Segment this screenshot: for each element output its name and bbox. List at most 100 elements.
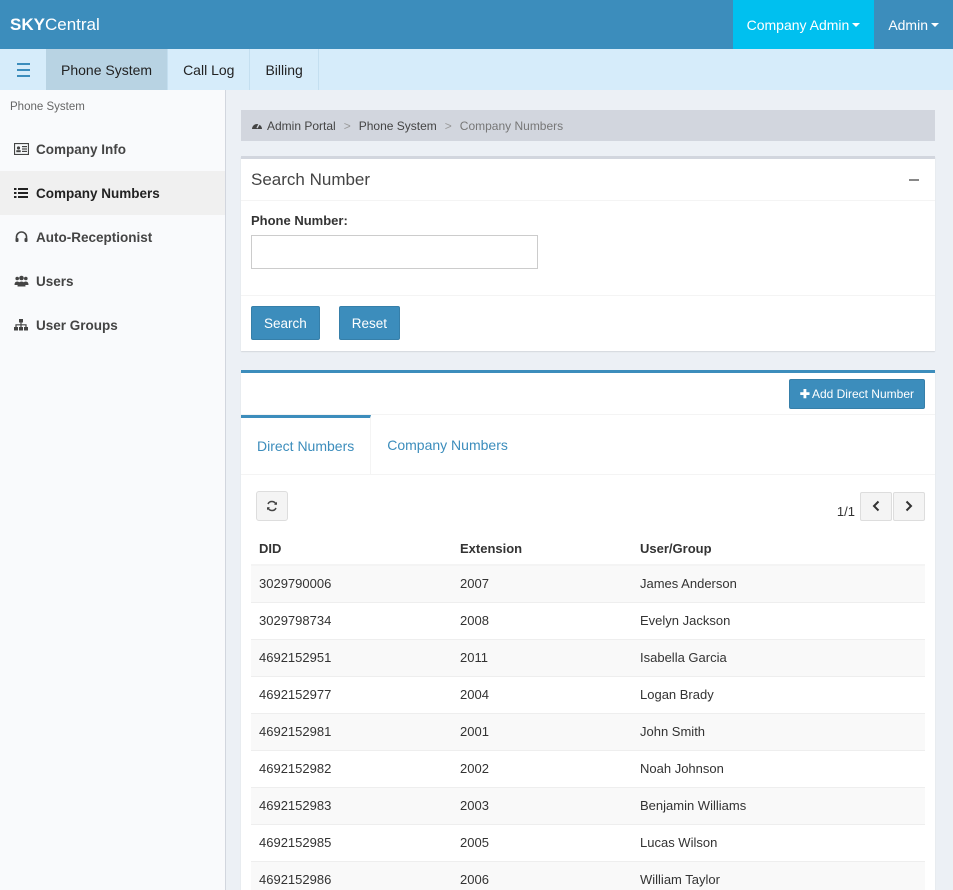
search-panel-title: Search Number: [251, 169, 371, 189]
sidebar-item-company-info[interactable]: Company Info: [0, 127, 225, 171]
id-card-icon: [13, 142, 29, 156]
sidebar-item-label: Auto-Receptionist: [36, 229, 153, 245]
table-row[interactable]: 4692152981 2001 John Smith: [251, 712, 925, 750]
table-header-row: DID Extension User/Group: [251, 533, 925, 566]
cell-did: 4692152985: [251, 823, 452, 861]
phone-number-label: Phone Number:: [251, 213, 348, 228]
caret-down-icon: [931, 22, 939, 27]
cell-extension: 2004: [452, 675, 632, 713]
chevron-right-icon: [905, 500, 913, 512]
refresh-button[interactable]: [256, 491, 288, 521]
search-panel-header: Search Number: [241, 159, 935, 201]
sidebar-item-label: User Groups: [36, 317, 118, 333]
table-toolbar: 1/1: [241, 475, 935, 521]
table-row[interactable]: 4692152985 2005 Lucas Wilson: [251, 823, 925, 861]
cell-extension: 2003: [452, 786, 632, 824]
table-row[interactable]: 4692152982 2002 Noah Johnson: [251, 749, 925, 787]
cell-user-group: John Smith: [632, 712, 925, 750]
add-direct-number-label: Add Direct Number: [811, 386, 914, 401]
company-admin-menu[interactable]: Company Admin: [732, 0, 875, 49]
cell-did: 4692152951: [251, 638, 452, 676]
numbers-tabs: Direct Numbers Company Numbers: [241, 415, 935, 475]
tab-direct-numbers[interactable]: Direct Numbers: [241, 415, 372, 474]
refresh-icon: [267, 500, 277, 512]
cell-extension: 2007: [452, 564, 632, 602]
admin-label: Admin: [888, 16, 928, 33]
breadcrumb-current: Company Numbers: [459, 118, 564, 133]
cell-did: 4692152986: [251, 860, 452, 890]
phone-number-input[interactable]: [251, 235, 538, 269]
hamburger-icon: [16, 61, 30, 79]
sidebar-item-label: Company Info: [36, 141, 126, 157]
cell-extension: 2001: [452, 712, 632, 750]
breadcrumb-separator: >: [444, 118, 452, 133]
module-nav: Phone System Call Log Billing: [0, 49, 953, 90]
sidebar-header: Phone System: [10, 101, 85, 113]
column-header-user-group[interactable]: User/Group: [632, 533, 925, 566]
search-number-panel: Search Number Phone Number: Search Reset: [241, 156, 935, 351]
page-indicator: 1/1: [836, 503, 855, 519]
users-icon: [13, 274, 29, 288]
brand-logo[interactable]: SKYCentral: [0, 15, 100, 35]
breadcrumb-admin-portal[interactable]: Admin Portal: [267, 119, 336, 133]
tab-company-numbers[interactable]: Company Numbers: [371, 415, 524, 474]
nav-phone-system[interactable]: Phone System: [46, 49, 169, 90]
cell-did: 3029790006: [251, 564, 452, 602]
breadcrumb: Admin Portal > Phone System > Company Nu…: [241, 110, 935, 141]
next-page-button[interactable]: [893, 491, 925, 521]
direct-numbers-table: DID Extension User/Group 3029790006 2007 J…: [251, 533, 925, 890]
brand-bold: SKY: [10, 14, 45, 34]
nav-billing[interactable]: Billing: [250, 49, 319, 90]
add-direct-number-button[interactable]: ✚ Add Direct Number: [788, 378, 925, 409]
nav-call-log[interactable]: Call Log: [168, 49, 251, 90]
sitemap-icon: [13, 318, 29, 332]
table-row[interactable]: 3029798734 2008 Evelyn Jackson: [251, 601, 925, 639]
cell-extension: 2006: [452, 860, 632, 890]
sidebar-item-label: Company Numbers: [36, 185, 160, 201]
cell-extension: 2008: [452, 601, 632, 639]
cell-extension: 2005: [452, 823, 632, 861]
caret-down-icon: [852, 22, 861, 27]
sidebar: Phone System Company Info Company Number…: [0, 90, 226, 890]
table-row[interactable]: 3029790006 2007 James Anderson: [251, 564, 925, 602]
company-admin-label: Company Admin: [746, 16, 850, 33]
sidebar-item-users[interactable]: Users: [0, 259, 225, 303]
cell-user-group: Isabella Garcia: [632, 638, 925, 676]
sidebar-item-auto-receptionist[interactable]: Auto-Receptionist: [0, 215, 225, 259]
sidebar-toggle-button[interactable]: [0, 49, 46, 90]
plus-icon: ✚: [799, 386, 810, 401]
prev-page-button[interactable]: [860, 491, 892, 521]
reset-button[interactable]: Reset: [338, 306, 401, 340]
column-header-extension[interactable]: Extension: [452, 533, 632, 566]
breadcrumb-phone-system[interactable]: Phone System: [359, 119, 437, 133]
sidebar-item-label: Users: [36, 273, 74, 289]
brand-rest: Central: [44, 14, 100, 34]
cell-user-group: Benjamin Williams: [632, 786, 925, 824]
table-row[interactable]: 4692152986 2006 William Taylor: [251, 860, 925, 890]
sidebar-item-user-groups[interactable]: User Groups: [0, 303, 225, 347]
search-panel-footer: Search Reset: [241, 296, 935, 350]
main-content: Admin Portal > Phone System > Company Nu…: [241, 90, 935, 890]
cell-did: 4692152983: [251, 786, 452, 824]
cell-user-group: Noah Johnson: [632, 749, 925, 787]
top-navbar: SKYCentral Company Admin Admin: [0, 0, 953, 49]
column-header-did[interactable]: DID: [251, 533, 452, 566]
table-row[interactable]: 4692152983 2003 Benjamin Williams: [251, 786, 925, 824]
minus-icon[interactable]: [909, 178, 919, 181]
cell-did: 4692152982: [251, 749, 452, 787]
sidebar-item-company-numbers[interactable]: Company Numbers: [0, 171, 225, 215]
search-panel-body: Phone Number:: [241, 201, 935, 296]
cell-user-group: James Anderson: [632, 564, 925, 602]
numbers-panel: ✚ Add Direct Number Direct Numbers Compan…: [241, 370, 935, 890]
list-icon: [13, 186, 29, 200]
headset-icon: [13, 230, 29, 244]
table-row[interactable]: 4692152951 2011 Isabella Garcia: [251, 638, 925, 676]
pagination: 1/1: [836, 491, 925, 521]
cell-did: 4692152977: [251, 675, 452, 713]
search-button[interactable]: Search: [251, 306, 320, 340]
table-row[interactable]: 4692152977 2004 Logan Brady: [251, 675, 925, 713]
numbers-panel-header: ✚ Add Direct Number: [241, 373, 935, 415]
admin-menu[interactable]: Admin: [874, 0, 953, 49]
cell-did: 3029798734: [251, 601, 452, 639]
cell-extension: 2002: [452, 749, 632, 787]
